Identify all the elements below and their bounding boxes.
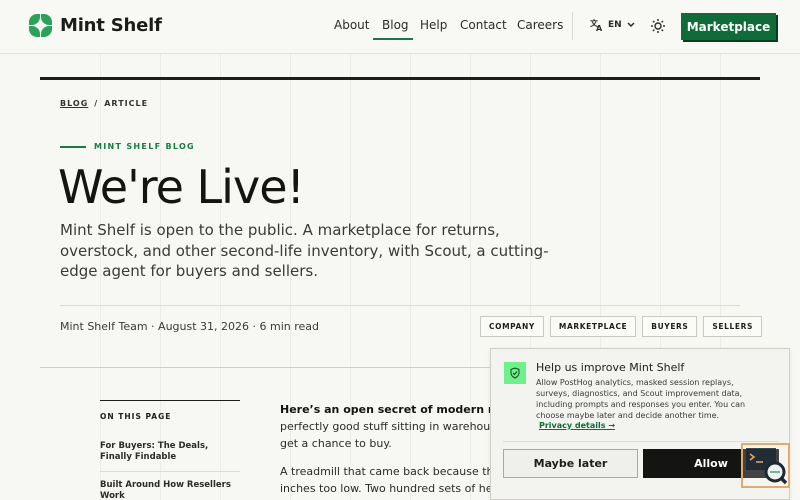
main-nav: About Blog Help Contact Careers (334, 18, 567, 40)
scout-search-icon (746, 448, 788, 485)
scout-launcher[interactable] (741, 443, 790, 488)
marketplace-button[interactable]: Marketplace (681, 13, 776, 40)
eyebrow-line (60, 145, 86, 148)
language-code: EN (608, 20, 622, 30)
nav-careers[interactable]: Careers (517, 18, 567, 40)
header-divider (572, 12, 573, 40)
tag-list: COMPANY MARKETPLACE BUYERS SELLERS (480, 316, 763, 337)
paragraph-2-line-2: inches too low. Two hundred sets of head… (280, 482, 510, 495)
toc-item-buyers[interactable]: For Buyers: The Deals, Finally Findable (100, 441, 240, 463)
nav-active-indicator (373, 38, 413, 40)
article-paragraph-2: A treadmill that came back because the i… (280, 463, 510, 497)
paragraph-lead: Here’s an open secret of modern ret (280, 403, 506, 416)
toc-heading: ON THIS PAGE (100, 412, 172, 421)
tag-sellers[interactable]: SELLERS (703, 316, 763, 337)
privacy-details-link[interactable]: Privacy details → (539, 421, 615, 430)
meta-divider (60, 305, 740, 306)
chevron-down-icon (627, 22, 635, 28)
breadcrumb: BLOG / ARTICLE (60, 99, 148, 108)
maybe-later-button[interactable]: Maybe later (503, 449, 638, 478)
site-header: Mint Shelf About Blog Help Contact Caree… (0, 0, 800, 54)
brand-name: Mint Shelf (60, 15, 162, 36)
breadcrumb-current: ARTICLE (104, 99, 149, 108)
breadcrumb-separator: / (94, 99, 99, 108)
article-paragraph-1: Here’s an open secret of modern ret perf… (280, 401, 510, 452)
paragraph-rest: perfectly good stuff sitting in warehous… (280, 420, 503, 450)
nav-blog[interactable]: Blog (382, 18, 420, 40)
shield-check-icon (504, 362, 526, 384)
breadcrumb-blog-link[interactable]: BLOG (60, 99, 88, 108)
page-title: We're Live! (58, 160, 305, 214)
article-meta: Mint Shelf Team · August 31, 2026 · 6 mi… (60, 320, 320, 333)
translate-icon: 文 A (590, 18, 603, 32)
leaf-logo-icon (29, 14, 52, 37)
article-eyebrow: MINT SHELF BLOG (60, 142, 195, 151)
language-selector[interactable]: 文 A EN (590, 18, 636, 32)
eyebrow-label: MINT SHELF BLOG (94, 142, 195, 151)
tag-company[interactable]: COMPANY (480, 316, 544, 337)
consent-description: Allow PostHog analytics, masked session … (536, 378, 746, 420)
brand-logo[interactable]: Mint Shelf (29, 14, 162, 37)
toc-separator (100, 471, 240, 472)
tag-buyers[interactable]: BUYERS (642, 316, 698, 337)
toc-item-resellers[interactable]: Built Around How Resellers Work (100, 480, 240, 500)
paragraph-2-line-1: A treadmill that came back because the (280, 465, 501, 478)
sun-icon[interactable] (650, 18, 666, 34)
consent-title: Help us improve Mint Shelf (536, 361, 685, 374)
consent-divider (503, 441, 779, 442)
svg-text:A: A (596, 24, 603, 32)
article-top-rule (40, 77, 760, 80)
nav-contact[interactable]: Contact (460, 18, 517, 40)
nav-help[interactable]: Help (420, 18, 460, 40)
tag-marketplace[interactable]: MARKETPLACE (549, 316, 637, 337)
toc-rule (100, 400, 240, 401)
article-subtitle: Mint Shelf is open to the public. A mark… (60, 221, 549, 280)
nav-about[interactable]: About (334, 18, 382, 40)
